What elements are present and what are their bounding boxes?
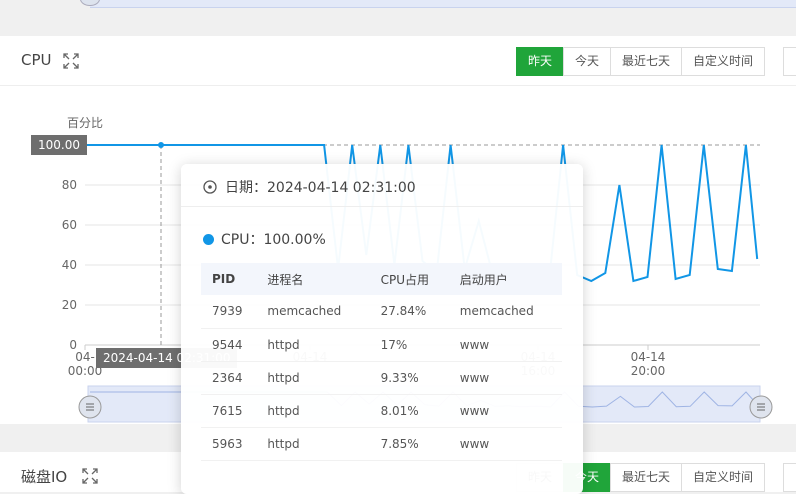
- tooltip-divider: [181, 206, 583, 207]
- user-cell: www: [448, 394, 562, 428]
- cpu-usage-cell: 9.33%: [369, 361, 449, 395]
- chart-tooltip: 日期：2024-04-14 02:31:00 CPU：100.00% PID 进…: [181, 164, 583, 494]
- column-header: 进程名: [256, 263, 370, 295]
- process-table-header: PID 进程名 CPU占用 启动用户: [201, 263, 562, 295]
- column-header: CPU占用: [369, 263, 449, 295]
- cpu-usage-cell: 7.85%: [369, 427, 449, 461]
- x-tick-label: 04-: [75, 350, 95, 364]
- y-axis-label: 百分比: [67, 116, 103, 130]
- user-cell: www: [448, 328, 562, 362]
- custom-time-button[interactable]: 自定义时间: [681, 463, 766, 492]
- pid-cell: 7615: [201, 394, 257, 428]
- y-tick-label: 40: [62, 258, 77, 272]
- cpu-usage-cell: 8.01%: [369, 394, 449, 428]
- tooltip-series-text: CPU：100.00%: [221, 232, 326, 248]
- x-tick-label: 20:00: [631, 364, 666, 378]
- x-tick-label: 04-14: [631, 350, 666, 364]
- table-row: 2364 httpd 9.33% www: [201, 361, 562, 395]
- table-row: 9544 httpd 17% www: [201, 328, 562, 362]
- y-pointer-label: 100.00: [31, 135, 87, 155]
- hover-point: [158, 142, 164, 148]
- cpu-usage-cell: 27.84%: [369, 295, 449, 329]
- series-color-dot: [203, 233, 214, 245]
- pid-cell: 5963: [201, 427, 257, 461]
- expand-icon[interactable]: [82, 468, 98, 484]
- tooltip-date: 日期：2024-04-14 02:31:00: [203, 177, 416, 197]
- cpu-usage-cell: 17%: [369, 328, 449, 362]
- pid-cell: 7939: [201, 295, 257, 329]
- data-zoom-left-handle[interactable]: [78, 395, 102, 419]
- y-tick-label: 60: [62, 218, 77, 232]
- process-name-cell: memcached: [256, 295, 370, 329]
- y-tick-label: 20: [62, 298, 77, 312]
- tooltip-date-text: 日期：2024-04-14 02:31:00: [225, 180, 416, 196]
- column-header: 启动用户: [448, 263, 562, 295]
- extra-button[interactable]: [783, 463, 796, 492]
- data-zoom-right-handle[interactable]: [749, 395, 773, 419]
- pid-cell: 2364: [201, 361, 257, 395]
- tooltip-series: CPU：100.00%: [203, 229, 326, 249]
- user-cell: www: [448, 427, 562, 461]
- pid-cell: 9544: [201, 328, 257, 362]
- y-tick-label: 80: [62, 178, 77, 192]
- table-row: 7615 httpd 8.01% www: [201, 394, 562, 428]
- column-header: PID: [201, 263, 257, 295]
- disk-io-panel-title: 磁盘IO: [21, 468, 68, 486]
- process-name-cell: httpd: [256, 361, 370, 395]
- process-name-cell: httpd: [256, 427, 370, 461]
- process-name-cell: httpd: [256, 394, 370, 428]
- process-table: PID 进程名 CPU占用 启动用户 7939 memcached 27.84%…: [201, 263, 562, 461]
- clock-icon: [203, 180, 217, 194]
- user-cell: www: [448, 361, 562, 395]
- last-seven-days-button[interactable]: 最近七天: [610, 463, 683, 492]
- process-name-cell: httpd: [256, 328, 370, 362]
- table-row: 5963 httpd 7.85% www: [201, 427, 562, 461]
- user-cell: memcached: [448, 295, 562, 329]
- table-row: 7939 memcached 27.84% memcached: [201, 295, 562, 329]
